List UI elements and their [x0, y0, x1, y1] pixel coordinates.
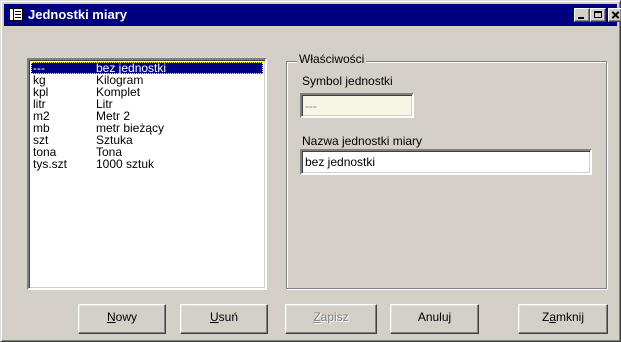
save-button-label: apisz [320, 310, 349, 324]
save-button-hotkey: Z [313, 310, 321, 324]
new-button-hotkey: N [106, 310, 116, 324]
app-list-icon [9, 8, 23, 21]
close-button-hotkey: a [549, 310, 556, 324]
name-field[interactable] [300, 149, 592, 175]
close-window-button[interactable] [608, 8, 621, 22]
new-button[interactable]: Nowy [78, 304, 166, 334]
list-item[interactable]: litr Litr [31, 98, 263, 110]
delete-button-label: suń [218, 310, 239, 324]
unit-name: 1000 sztuk [96, 157, 155, 171]
units-listbox[interactable]: --- bez jednostki kg Kilogram kpl Komplet litr… [27, 58, 267, 290]
symbol-label: Symbol jednostki [302, 74, 393, 88]
list-item[interactable]: mb metr bieżący [31, 122, 263, 134]
delete-button-hotkey: U [209, 310, 219, 324]
unit-symbol: tys.szt [33, 157, 68, 171]
maximize-button[interactable] [590, 8, 606, 22]
properties-group-label: Właściwości [297, 52, 367, 66]
list-item[interactable]: kpl Komplet [31, 86, 263, 98]
symbol-field[interactable] [300, 93, 414, 118]
list-item[interactable]: szt Sztuka [31, 134, 263, 146]
list-item[interactable]: tys.szt 1000 sztuk [31, 158, 263, 170]
unit-name: Komplet [96, 85, 141, 99]
cancel-button-label: Anuluj [417, 310, 452, 324]
new-button-label: owy [115, 310, 137, 324]
close-button[interactable]: Zamknij [518, 304, 608, 334]
name-label: Nazwa jednostki miary [302, 134, 423, 148]
window-title: Jednostki miary [28, 7, 127, 22]
title-bar[interactable]: Jednostki miary [4, 4, 621, 26]
cancel-button[interactable]: Anuluj [390, 304, 479, 334]
close-button-label: mknij [556, 310, 585, 324]
delete-button[interactable]: Usuń [180, 304, 268, 334]
save-button: Zapisz [285, 304, 377, 334]
list-item[interactable]: --- bez jednostki [31, 62, 263, 74]
list-item[interactable]: kg Kilogram [31, 74, 263, 86]
minimize-button[interactable] [574, 8, 590, 22]
